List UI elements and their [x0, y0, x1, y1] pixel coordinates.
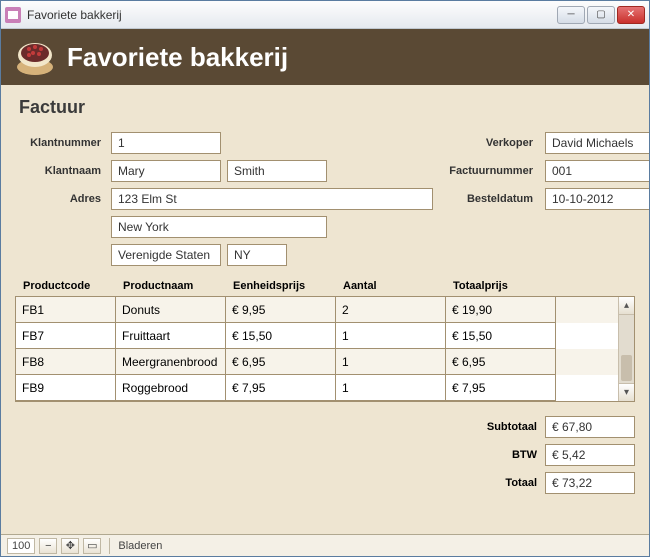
table-row[interactable]: FB1 Donuts € 9,95 2 € 19,90 [16, 297, 618, 323]
cell-naam[interactable]: Meergranenbrood [116, 349, 226, 375]
logo-icon [15, 37, 55, 77]
cell-totaal[interactable]: € 7,95 [446, 375, 556, 401]
zoom-in-button[interactable]: ▭ [83, 538, 101, 554]
cell-aantal[interactable]: 2 [336, 297, 446, 323]
adres-straat-input[interactable] [111, 188, 433, 210]
scroll-down-icon[interactable]: ▾ [619, 383, 634, 401]
adres-stad-input[interactable] [111, 216, 327, 238]
cell-totaal[interactable]: € 6,95 [446, 349, 556, 375]
cell-prijs[interactable]: € 7,95 [226, 375, 336, 401]
cell-naam[interactable]: Donuts [116, 297, 226, 323]
klant-achternaam-input[interactable] [227, 160, 327, 182]
cell-prijs[interactable]: € 15,50 [226, 323, 336, 349]
cell-totaal[interactable]: € 15,50 [446, 323, 556, 349]
app-icon [5, 7, 21, 23]
scroll-up-icon[interactable]: ▴ [619, 297, 634, 315]
scroll-thumb[interactable] [621, 355, 632, 381]
zoom-level[interactable]: 100 [7, 538, 35, 554]
totals-area: Subtotaal BTW Totaal [15, 416, 635, 494]
btw-value [545, 444, 635, 466]
table-scrollbar[interactable]: ▴ ▾ [618, 297, 634, 401]
cell-prijs[interactable]: € 6,95 [226, 349, 336, 375]
statusbar: 100 − ✥ ▭ Bladeren [1, 534, 649, 556]
cell-totaal[interactable]: € 19,90 [446, 297, 556, 323]
label-verkoper: Verkoper [439, 137, 539, 149]
label-klantnaam: Klantnaam [15, 165, 105, 177]
label-subtotaal: Subtotaal [457, 421, 537, 433]
th-aantal: Aantal [335, 280, 445, 292]
maximize-button[interactable]: ▢ [587, 6, 615, 24]
titlebar: Favoriete bakkerij ─ ▢ ✕ [1, 1, 649, 29]
cell-naam[interactable]: Roggebrood [116, 375, 226, 401]
content-area: Factuur Klantnummer Verkoper Klantnaam F… [1, 85, 649, 534]
close-button[interactable]: ✕ [617, 6, 645, 24]
th-productcode: Productcode [15, 280, 115, 292]
table-row[interactable]: FB9 Roggebrood € 7,95 1 € 7,95 [16, 375, 618, 401]
cell-code[interactable]: FB8 [16, 349, 116, 375]
zoom-fit-button[interactable]: ✥ [61, 538, 79, 554]
table-row[interactable]: FB8 Meergranenbrood € 6,95 1 € 6,95 [16, 349, 618, 375]
cell-aantal[interactable]: 1 [336, 349, 446, 375]
window-title: Favoriete bakkerij [27, 8, 557, 22]
cell-code[interactable]: FB1 [16, 297, 116, 323]
app-title: Favoriete bakkerij [67, 42, 288, 73]
form-grid: Klantnummer Verkoper Klantnaam Factuurnu… [15, 132, 635, 266]
factuurnummer-input[interactable] [545, 160, 649, 182]
cell-aantal[interactable]: 1 [336, 323, 446, 349]
table-row[interactable]: FB7 Fruittaart € 15,50 1 € 15,50 [16, 323, 618, 349]
table-body: FB1 Donuts € 9,95 2 € 19,90 FB7 Fruittaa… [16, 297, 618, 401]
zoom-out-button[interactable]: − [39, 538, 57, 554]
mode-label[interactable]: Bladeren [118, 540, 162, 552]
cell-aantal[interactable]: 1 [336, 375, 446, 401]
adres-staat-input[interactable] [227, 244, 287, 266]
cell-naam[interactable]: Fruittaart [116, 323, 226, 349]
th-productnaam: Productnaam [115, 280, 225, 292]
table-header: Productcode Productnaam Eenheidsprijs Aa… [15, 280, 635, 296]
label-factuurnummer: Factuurnummer [439, 165, 539, 177]
klantnummer-input[interactable] [111, 132, 221, 154]
header-band: Favoriete bakkerij [1, 29, 649, 85]
subtotaal-value [545, 416, 635, 438]
label-klantnummer: Klantnummer [15, 137, 105, 149]
label-adres: Adres [15, 193, 105, 205]
minimize-button[interactable]: ─ [557, 6, 585, 24]
section-title: Factuur [19, 97, 635, 118]
klant-voornaam-input[interactable] [111, 160, 221, 182]
scroll-track[interactable] [619, 315, 634, 383]
label-btw: BTW [457, 449, 537, 461]
cell-code[interactable]: FB9 [16, 375, 116, 401]
th-eenheidsprijs: Eenheidsprijs [225, 280, 335, 292]
label-totaal: Totaal [457, 477, 537, 489]
line-items-table: Productcode Productnaam Eenheidsprijs Aa… [15, 280, 635, 402]
adres-land-input[interactable] [111, 244, 221, 266]
cell-code[interactable]: FB7 [16, 323, 116, 349]
totaal-value [545, 472, 635, 494]
besteldatum-input[interactable] [545, 188, 649, 210]
verkoper-input[interactable] [545, 132, 649, 154]
cell-prijs[interactable]: € 9,95 [226, 297, 336, 323]
label-besteldatum: Besteldatum [439, 193, 539, 205]
app-window: Favoriete bakkerij ─ ▢ ✕ Favoriete bakke… [0, 0, 650, 557]
th-totaalprijs: Totaalprijs [445, 280, 555, 292]
